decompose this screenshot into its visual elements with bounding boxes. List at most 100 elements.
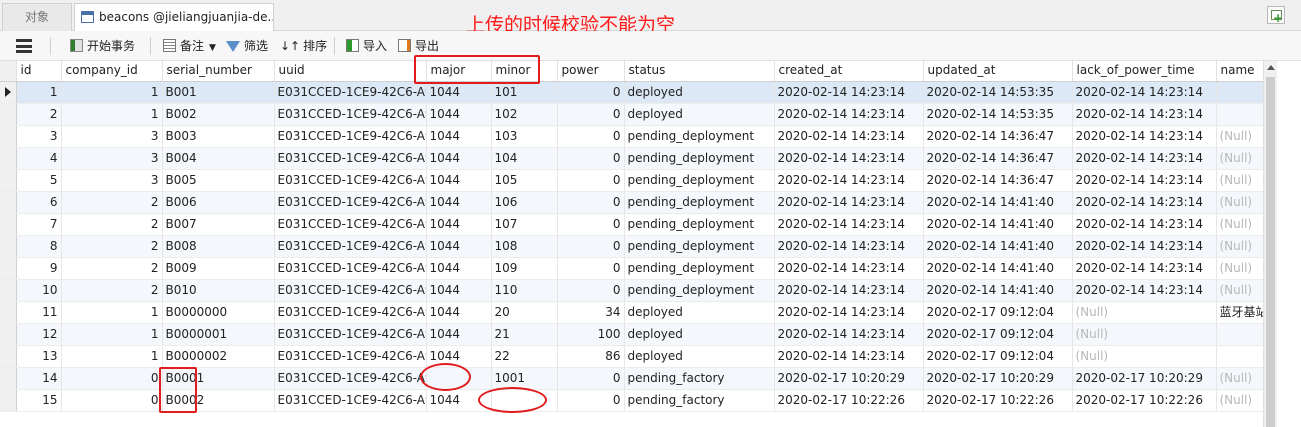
- cell-lack-of-power-time[interactable]: 2020-02-17 10:20:29: [1072, 367, 1217, 390]
- cell-id[interactable]: 4: [16, 147, 62, 170]
- table-row[interactable]: 12 1 B0000001 E031CCED-1CE9-42C6-A9 1044 21 10…: [0, 323, 1263, 346]
- row-indicator[interactable]: [0, 213, 17, 236]
- cell-status[interactable]: pending_factory: [624, 367, 775, 390]
- cell-serial-number[interactable]: B007: [162, 213, 275, 236]
- cell-updated-at[interactable]: 2020-02-17 10:22:26: [923, 389, 1073, 412]
- cell-id[interactable]: 10: [16, 279, 62, 302]
- cell-power[interactable]: 0: [557, 81, 625, 104]
- cell-company-id[interactable]: 3: [61, 125, 163, 148]
- cell-company-id[interactable]: 1: [61, 323, 163, 346]
- cell-lack-of-power-time[interactable]: 2020-02-14 14:23:14: [1072, 81, 1217, 104]
- cell-status[interactable]: pending_deployment: [624, 125, 775, 148]
- cell-id[interactable]: 2: [16, 103, 62, 126]
- cell-status[interactable]: pending_deployment: [624, 279, 775, 302]
- cell-uuid[interactable]: E031CCED-1CE9-42C6-A9: [274, 257, 427, 280]
- cell-minor[interactable]: 20: [491, 301, 558, 324]
- cell-name[interactable]: [1216, 103, 1263, 126]
- row-indicator[interactable]: [0, 345, 17, 368]
- column-header[interactable]: created_at: [774, 61, 924, 82]
- cell-updated-at[interactable]: 2020-02-17 09:12:04: [923, 323, 1073, 346]
- cell-id[interactable]: 7: [16, 213, 62, 236]
- note-button[interactable]: 备注 ▼: [163, 36, 216, 56]
- cell-power[interactable]: 0: [557, 213, 625, 236]
- cell-id[interactable]: 6: [16, 191, 62, 214]
- cell-name[interactable]: (Null): [1216, 169, 1263, 192]
- cell-uuid[interactable]: E031CCED-1CE9-42C6-A9: [274, 389, 427, 412]
- cell-power[interactable]: 34: [557, 301, 625, 324]
- cell-updated-at[interactable]: 2020-02-14 14:36:47: [923, 147, 1073, 170]
- cell-id[interactable]: 5: [16, 169, 62, 192]
- cell-serial-number[interactable]: B010: [162, 279, 275, 302]
- cell-id[interactable]: 13: [16, 345, 62, 368]
- cell-lack-of-power-time[interactable]: (Null): [1072, 345, 1217, 368]
- cell-lack-of-power-time[interactable]: 2020-02-14 14:23:14: [1072, 191, 1217, 214]
- cell-minor[interactable]: 1001: [491, 367, 558, 390]
- cell-company-id[interactable]: 0: [61, 367, 163, 390]
- cell-lack-of-power-time[interactable]: 2020-02-14 14:23:14: [1072, 125, 1217, 148]
- cell-status[interactable]: pending_deployment: [624, 257, 775, 280]
- cell-name[interactable]: (Null): [1216, 213, 1263, 236]
- cell-company-id[interactable]: 2: [61, 279, 163, 302]
- cell-created-at[interactable]: 2020-02-14 14:23:14: [774, 345, 924, 368]
- cell-uuid[interactable]: E031CCED-1CE9-42C6-A9: [274, 147, 427, 170]
- cell-uuid[interactable]: E031CCED-1CE9-42C6-A9: [274, 169, 427, 192]
- cell-id[interactable]: 9: [16, 257, 62, 280]
- cell-company-id[interactable]: 1: [61, 81, 163, 104]
- cell-lack-of-power-time[interactable]: 2020-02-14 14:23:14: [1072, 235, 1217, 258]
- cell-serial-number[interactable]: B002: [162, 103, 275, 126]
- cell-minor[interactable]: 101: [491, 81, 558, 104]
- cell-major[interactable]: 1044: [426, 301, 492, 324]
- export-button[interactable]: 导出: [398, 36, 439, 56]
- cell-power[interactable]: 0: [557, 125, 625, 148]
- table-row[interactable]: 1 1 B001 E031CCED-1CE9-42C6-A9 1044 101 0 deplo…: [0, 81, 1263, 104]
- cell-created-at[interactable]: 2020-02-14 14:23:14: [774, 235, 924, 258]
- cell-major[interactable]: 1044: [426, 279, 492, 302]
- cell-power[interactable]: 0: [557, 235, 625, 258]
- cell-created-at[interactable]: 2020-02-14 14:23:14: [774, 301, 924, 324]
- cell-uuid[interactable]: E031CCED-1CE9-42C6-A9: [274, 81, 427, 104]
- menu-icon[interactable]: [16, 39, 32, 53]
- cell-major[interactable]: 1044: [426, 213, 492, 236]
- cell-serial-number[interactable]: B003: [162, 125, 275, 148]
- cell-company-id[interactable]: 2: [61, 257, 163, 280]
- cell-major[interactable]: 1044: [426, 147, 492, 170]
- cell-updated-at[interactable]: 2020-02-17 09:12:04: [923, 345, 1073, 368]
- row-indicator[interactable]: [0, 389, 17, 412]
- cell-name[interactable]: (Null): [1216, 125, 1263, 148]
- scroll-up-icon[interactable]: [1267, 65, 1275, 70]
- cell-major[interactable]: 1044: [426, 235, 492, 258]
- cell-updated-at[interactable]: 2020-02-14 14:36:47: [923, 125, 1073, 148]
- cell-uuid[interactable]: E031CCED-1CE9-42C6-A9: [274, 367, 427, 390]
- cell-major[interactable]: 1044: [426, 169, 492, 192]
- cell-major[interactable]: 1044: [426, 81, 492, 104]
- cell-created-at[interactable]: 2020-02-14 14:23:14: [774, 323, 924, 346]
- filter-button[interactable]: 筛选: [226, 36, 268, 56]
- cell-status[interactable]: pending_deployment: [624, 213, 775, 236]
- column-header[interactable]: status: [624, 61, 775, 82]
- cell-updated-at[interactable]: 2020-02-14 14:41:40: [923, 213, 1073, 236]
- import-button[interactable]: 导入: [346, 36, 387, 56]
- cell-name[interactable]: [1216, 323, 1263, 346]
- cell-power[interactable]: 0: [557, 257, 625, 280]
- row-indicator[interactable]: [0, 103, 17, 126]
- cell-uuid[interactable]: E031CCED-1CE9-42C6-A9: [274, 213, 427, 236]
- cell-company-id[interactable]: 1: [61, 345, 163, 368]
- cell-created-at[interactable]: 2020-02-14 14:23:14: [774, 213, 924, 236]
- begin-transaction-button[interactable]: 开始事务: [70, 36, 135, 56]
- cell-uuid[interactable]: E031CCED-1CE9-42C6-A9: [274, 103, 427, 126]
- cell-minor[interactable]: 22: [491, 345, 558, 368]
- cell-created-at[interactable]: 2020-02-14 14:23:14: [774, 169, 924, 192]
- cell-lack-of-power-time[interactable]: 2020-02-14 14:23:14: [1072, 279, 1217, 302]
- cell-lack-of-power-time[interactable]: 2020-02-17 10:22:26: [1072, 389, 1217, 412]
- cell-power[interactable]: 100: [557, 323, 625, 346]
- cell-minor[interactable]: 102: [491, 103, 558, 126]
- cell-lack-of-power-time[interactable]: 2020-02-14 14:23:14: [1072, 257, 1217, 280]
- cell-status[interactable]: deployed: [624, 301, 775, 324]
- cell-minor[interactable]: 110: [491, 279, 558, 302]
- cell-updated-at[interactable]: 2020-02-14 14:41:40: [923, 279, 1073, 302]
- column-header[interactable]: uuid: [274, 61, 427, 82]
- cell-created-at[interactable]: 2020-02-14 14:23:14: [774, 125, 924, 148]
- row-indicator[interactable]: [0, 147, 17, 170]
- cell-power[interactable]: 0: [557, 279, 625, 302]
- cell-created-at[interactable]: 2020-02-17 10:20:29: [774, 367, 924, 390]
